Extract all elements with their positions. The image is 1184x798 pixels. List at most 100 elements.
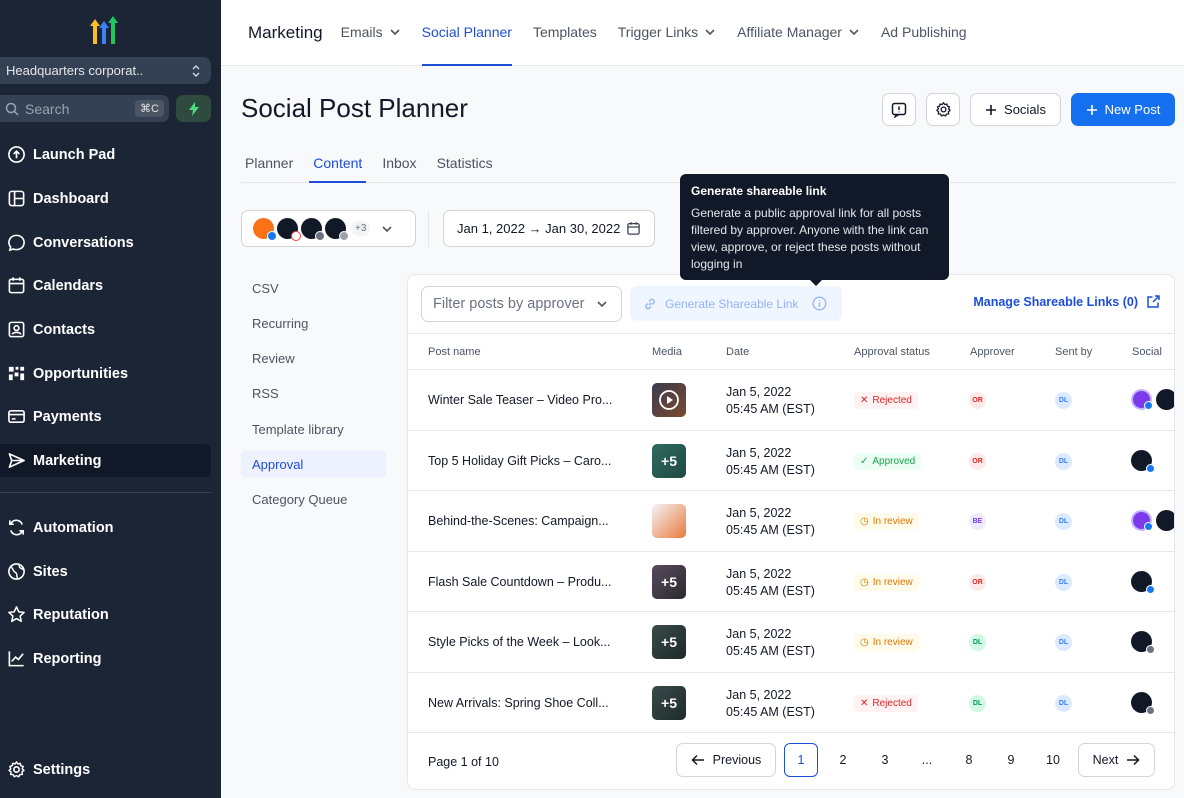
settings-button[interactable] bbox=[926, 93, 960, 126]
sidebar-item-opportunities[interactable]: Opportunities bbox=[0, 357, 211, 390]
submenu-recurring[interactable]: Recurring bbox=[241, 309, 386, 337]
media-thumbnail[interactable] bbox=[652, 504, 686, 538]
account-avatar bbox=[325, 218, 349, 241]
sidebar-item-label: Settings bbox=[33, 761, 91, 778]
sidebar-divider bbox=[0, 492, 211, 493]
clock-icon: ◷ bbox=[860, 637, 869, 648]
table-row[interactable]: Top 5 Holiday Gift Picks – Caro... +5 Ja… bbox=[408, 430, 1174, 491]
info-icon[interactable] bbox=[812, 296, 827, 311]
tab-content[interactable]: Content bbox=[309, 145, 367, 183]
sidebar-item-settings[interactable]: Settings bbox=[0, 753, 211, 786]
post-name[interactable]: Style Picks of the Week – Look... bbox=[428, 635, 611, 649]
accounts-filter[interactable]: +3 bbox=[241, 210, 416, 247]
quick-actions-button[interactable] bbox=[176, 95, 211, 122]
post-name[interactable]: New Arrivals: Spring Shoe Coll... bbox=[428, 696, 609, 710]
submenu-template-library[interactable]: Template library bbox=[241, 415, 386, 443]
sidebar-item-contacts[interactable]: Contacts bbox=[0, 313, 211, 346]
tab-affiliate-manager[interactable]: Affiliate Manager bbox=[737, 0, 860, 66]
search-icon bbox=[5, 102, 19, 116]
page-button-1[interactable]: 1 bbox=[784, 743, 818, 777]
media-thumbnail[interactable]: +5 bbox=[652, 686, 686, 720]
post-name[interactable]: Flash Sale Countdown – Produ... bbox=[428, 575, 611, 589]
tab-social-planner[interactable]: Social Planner bbox=[421, 0, 512, 66]
previous-page-button[interactable]: Previous bbox=[676, 743, 776, 777]
approver-filter-select[interactable]: Filter posts by approver bbox=[421, 286, 622, 322]
sidebar-item-label: Calendars bbox=[33, 277, 104, 294]
next-page-button[interactable]: Next bbox=[1078, 743, 1155, 777]
manage-shareable-links-link[interactable]: Manage Shareable Links (0) bbox=[973, 294, 1161, 309]
sidebar-item-sites[interactable]: Sites bbox=[0, 555, 211, 588]
calendar-icon bbox=[8, 277, 25, 294]
table-row[interactable]: Style Picks of the Week – Look... +5 Jan… bbox=[408, 611, 1174, 672]
sidebar-item-label: Marketing bbox=[33, 452, 102, 469]
submenu-approval[interactable]: Approval bbox=[241, 450, 386, 478]
add-socials-button[interactable]: Socials bbox=[970, 93, 1061, 126]
post-name[interactable]: Winter Sale Teaser – Video Pro... bbox=[428, 393, 612, 407]
sidebar-item-conversations[interactable]: Conversations bbox=[0, 226, 211, 259]
x-icon: ✕ bbox=[860, 395, 869, 406]
new-post-button[interactable]: New Post bbox=[1071, 93, 1175, 126]
feedback-button[interactable] bbox=[882, 93, 916, 126]
bolt-icon bbox=[188, 101, 199, 116]
app-logo-icon[interactable] bbox=[86, 16, 122, 46]
section-title: Marketing bbox=[248, 22, 323, 42]
table-row[interactable]: New Arrivals: Spring Shoe Coll... +5 Jan… bbox=[408, 672, 1174, 733]
column-approval-status[interactable]: Approval status bbox=[854, 346, 930, 358]
sidebar-item-launch-pad[interactable]: Launch Pad bbox=[0, 138, 211, 171]
gear-icon bbox=[8, 761, 25, 778]
table-row[interactable]: Flash Sale Countdown – Produ... +5 Jan 5… bbox=[408, 551, 1174, 612]
column-approver[interactable]: Approver bbox=[970, 346, 1015, 358]
sidebar-item-reporting[interactable]: Reporting bbox=[0, 642, 211, 675]
button-label: Generate Shareable Link bbox=[665, 296, 799, 311]
post-name[interactable]: Top 5 Holiday Gift Picks – Caro... bbox=[428, 454, 611, 468]
tab-planner[interactable]: Planner bbox=[241, 145, 297, 183]
sidebar-item-automation[interactable]: Automation bbox=[0, 511, 211, 544]
search-row: Search ⌘C bbox=[0, 95, 211, 122]
sidebar-item-payments[interactable]: Payments bbox=[0, 400, 211, 433]
column-media[interactable]: Media bbox=[652, 346, 682, 358]
media-thumbnail[interactable]: +5 bbox=[652, 444, 686, 478]
sidebar-item-calendars[interactable]: Calendars bbox=[0, 269, 211, 302]
location-name: Headquarters corporat.. bbox=[6, 63, 144, 78]
tab-trigger-links[interactable]: Trigger Links bbox=[618, 0, 716, 66]
submenu-rss[interactable]: RSS bbox=[241, 379, 386, 407]
table-row[interactable]: Winter Sale Teaser – Video Pro... Jan 5,… bbox=[408, 369, 1174, 430]
column-date[interactable]: Date bbox=[726, 346, 749, 358]
media-thumbnail[interactable] bbox=[652, 383, 686, 417]
tab-label: Emails bbox=[340, 23, 383, 40]
sidebar-item-dashboard[interactable]: Dashboard bbox=[0, 182, 211, 215]
media-thumbnail[interactable]: +5 bbox=[652, 625, 686, 659]
column-sent-by[interactable]: Sent by bbox=[1055, 346, 1092, 358]
submenu-review[interactable]: Review bbox=[241, 344, 386, 372]
sidebar-item-marketing[interactable]: Marketing bbox=[0, 444, 211, 477]
column-social[interactable]: Social bbox=[1132, 346, 1162, 358]
search-input[interactable]: Search ⌘C bbox=[0, 95, 169, 122]
table-row[interactable]: Behind-the-Scenes: Campaign... Jan 5, 20… bbox=[408, 490, 1174, 551]
generate-shareable-link-button[interactable]: Generate Shareable Link bbox=[630, 286, 842, 321]
location-switcher[interactable]: Headquarters corporat.. bbox=[0, 57, 211, 84]
page-button-9[interactable]: 9 bbox=[994, 743, 1028, 777]
date-range-picker[interactable]: Jan 1, 2022 → Jan 30, 2022 bbox=[443, 210, 655, 247]
post-name[interactable]: Behind-the-Scenes: Campaign... bbox=[428, 514, 609, 528]
tab-emails[interactable]: Emails bbox=[341, 0, 401, 66]
media-thumbnail[interactable]: +5 bbox=[652, 565, 686, 599]
page-button-3[interactable]: 3 bbox=[868, 743, 902, 777]
page-ellipsis: ... bbox=[921, 753, 933, 767]
sidebar-item-label: Reputation bbox=[33, 606, 109, 623]
tab-statistics[interactable]: Statistics bbox=[433, 145, 497, 183]
submenu-category-queue[interactable]: Category Queue bbox=[241, 485, 386, 513]
tab-templates[interactable]: Templates bbox=[533, 0, 597, 66]
column-post-name[interactable]: Post name bbox=[428, 346, 481, 358]
page-info: Page 1 of 10 bbox=[428, 755, 499, 769]
social-avatar bbox=[1131, 389, 1153, 410]
page-button-8[interactable]: 8 bbox=[952, 743, 986, 777]
tab-ad-publishing[interactable]: Ad Publishing bbox=[881, 0, 967, 66]
submenu-csv[interactable]: CSV bbox=[241, 274, 386, 302]
social-accounts bbox=[1131, 389, 1174, 410]
page-button-2[interactable]: 2 bbox=[826, 743, 860, 777]
sidebar-item-reputation[interactable]: Reputation bbox=[0, 598, 211, 631]
tab-label: Affiliate Manager bbox=[737, 23, 842, 40]
tab-inbox[interactable]: Inbox bbox=[378, 145, 420, 183]
approver-avatar: DL bbox=[969, 634, 986, 651]
page-button-10[interactable]: 10 bbox=[1036, 743, 1070, 777]
